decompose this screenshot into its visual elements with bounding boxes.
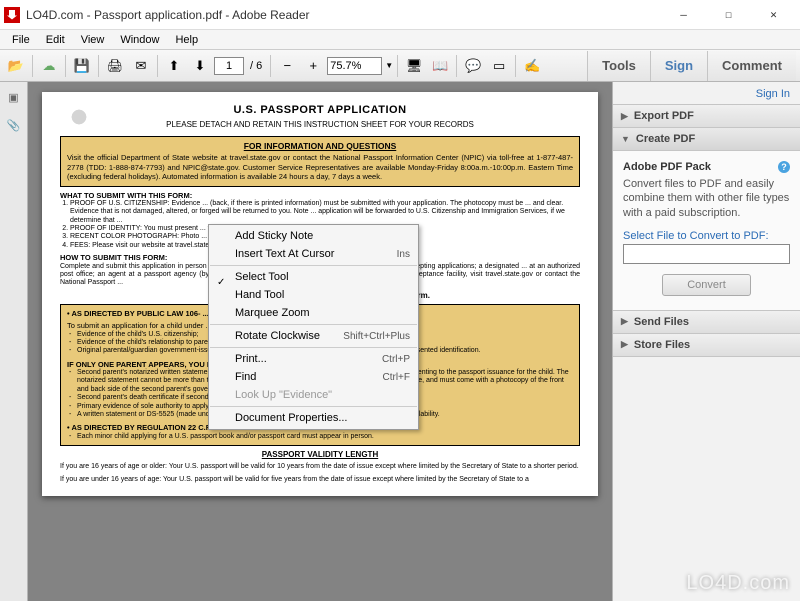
ctx-insert[interactable]: Insert Text At CursorIns xyxy=(209,245,418,263)
ctx-sticky[interactable]: Add Sticky Note xyxy=(209,227,418,245)
acc-store[interactable]: ▶Store Files xyxy=(613,334,800,357)
chevron-down-icon: ▼ xyxy=(621,134,630,144)
tool-b-icon[interactable]: 📖 xyxy=(428,54,452,78)
page-up-icon[interactable]: ⬆ xyxy=(162,54,186,78)
ctx-rotate[interactable]: Rotate ClockwiseShift+Ctrl+Plus xyxy=(209,327,418,345)
ctx-find[interactable]: FindCtrl+F xyxy=(209,368,418,386)
tab-tools[interactable]: Tools xyxy=(587,51,650,81)
create-body: Adobe PDF Pack? Convert files to PDF and… xyxy=(613,151,800,311)
cloud-icon[interactable]: ☁ xyxy=(37,54,61,78)
sign-icon[interactable]: ✍ xyxy=(520,54,544,78)
acc-export[interactable]: ▶Export PDF xyxy=(613,105,800,128)
sign-in-link[interactable]: Sign In xyxy=(613,82,800,104)
title-bar: LO4D.com - Passport application.pdf - Ad… xyxy=(0,0,800,30)
doc-subtitle: PLEASE DETACH AND RETAIN THIS INSTRUCTIO… xyxy=(60,120,580,130)
menu-help[interactable]: Help xyxy=(167,32,206,48)
right-panel: Sign In ▶Export PDF ▼Create PDF Adobe PD… xyxy=(612,82,800,601)
info-icon[interactable]: ? xyxy=(778,161,790,173)
file-path-input[interactable] xyxy=(623,244,790,264)
menu-bar: File Edit View Window Help xyxy=(0,30,800,50)
watermark: LO4D.com xyxy=(686,572,790,595)
close-button[interactable]: ✕ xyxy=(751,1,796,29)
menu-window[interactable]: Window xyxy=(112,32,167,48)
page-total: / 6 xyxy=(246,60,266,72)
app-icon xyxy=(4,7,20,23)
maximize-button[interactable]: ☐ xyxy=(706,1,751,29)
mail-icon[interactable]: ✉ xyxy=(129,54,153,78)
ctx-print[interactable]: Print...Ctrl+P xyxy=(209,350,418,368)
tab-comment[interactable]: Comment xyxy=(707,51,796,81)
info-box: FOR INFORMATION AND QUESTIONS Visit the … xyxy=(60,136,580,187)
seal-icon xyxy=(62,100,96,134)
convert-button[interactable]: Convert xyxy=(662,274,751,296)
zoom-in-icon[interactable]: + xyxy=(301,54,325,78)
acc-send[interactable]: ▶Send Files xyxy=(613,311,800,334)
thumbnails-icon[interactable]: ▣ xyxy=(5,88,23,106)
ctx-props[interactable]: Document Properties... xyxy=(209,409,418,427)
nav-strip: ▣ 📎 xyxy=(0,82,28,601)
acc-create[interactable]: ▼Create PDF xyxy=(613,128,800,151)
open-icon[interactable]: 📂 xyxy=(4,54,28,78)
comment-icon[interactable]: 💬 xyxy=(461,54,485,78)
ctx-lookup: Look Up "Evidence" xyxy=(209,386,418,404)
chevron-right-icon: ▶ xyxy=(621,316,628,327)
ctx-select[interactable]: Select Tool xyxy=(209,268,418,286)
chevron-right-icon: ▶ xyxy=(621,111,628,122)
page-number-input[interactable] xyxy=(214,57,244,75)
page-down-icon[interactable]: ⬇ xyxy=(188,54,212,78)
tool-a-icon[interactable]: 🖥 xyxy=(402,54,426,78)
ctx-hand[interactable]: Hand Tool xyxy=(209,286,418,304)
menu-file[interactable]: File xyxy=(4,32,38,48)
highlight-icon[interactable]: ▭ xyxy=(487,54,511,78)
zoom-out-icon[interactable]: − xyxy=(275,54,299,78)
save-icon[interactable]: 💾 xyxy=(70,54,94,78)
tab-sign[interactable]: Sign xyxy=(650,51,707,81)
window-title: LO4D.com - Passport application.pdf - Ad… xyxy=(26,8,661,22)
context-menu: Add Sticky Note Insert Text At CursorIns… xyxy=(208,224,419,430)
doc-title: U.S. PASSPORT APPLICATION xyxy=(60,104,580,118)
select-file-link[interactable]: Select File to Convert to PDF: xyxy=(623,230,790,242)
menu-view[interactable]: View xyxy=(73,32,113,48)
ctx-marquee[interactable]: Marquee Zoom xyxy=(209,304,418,322)
minimize-button[interactable]: — xyxy=(661,1,706,29)
zoom-input[interactable] xyxy=(327,57,382,75)
chevron-right-icon: ▶ xyxy=(621,339,628,350)
print-icon[interactable]: 🖨 xyxy=(103,54,127,78)
menu-edit[interactable]: Edit xyxy=(38,32,73,48)
toolbar: 📂 ☁ 💾 🖨 ✉ ⬆ ⬇ / 6 − + ▼ 🖥 📖 💬 ▭ ✍ Tools … xyxy=(0,50,800,82)
attachments-icon[interactable]: 📎 xyxy=(5,116,23,134)
